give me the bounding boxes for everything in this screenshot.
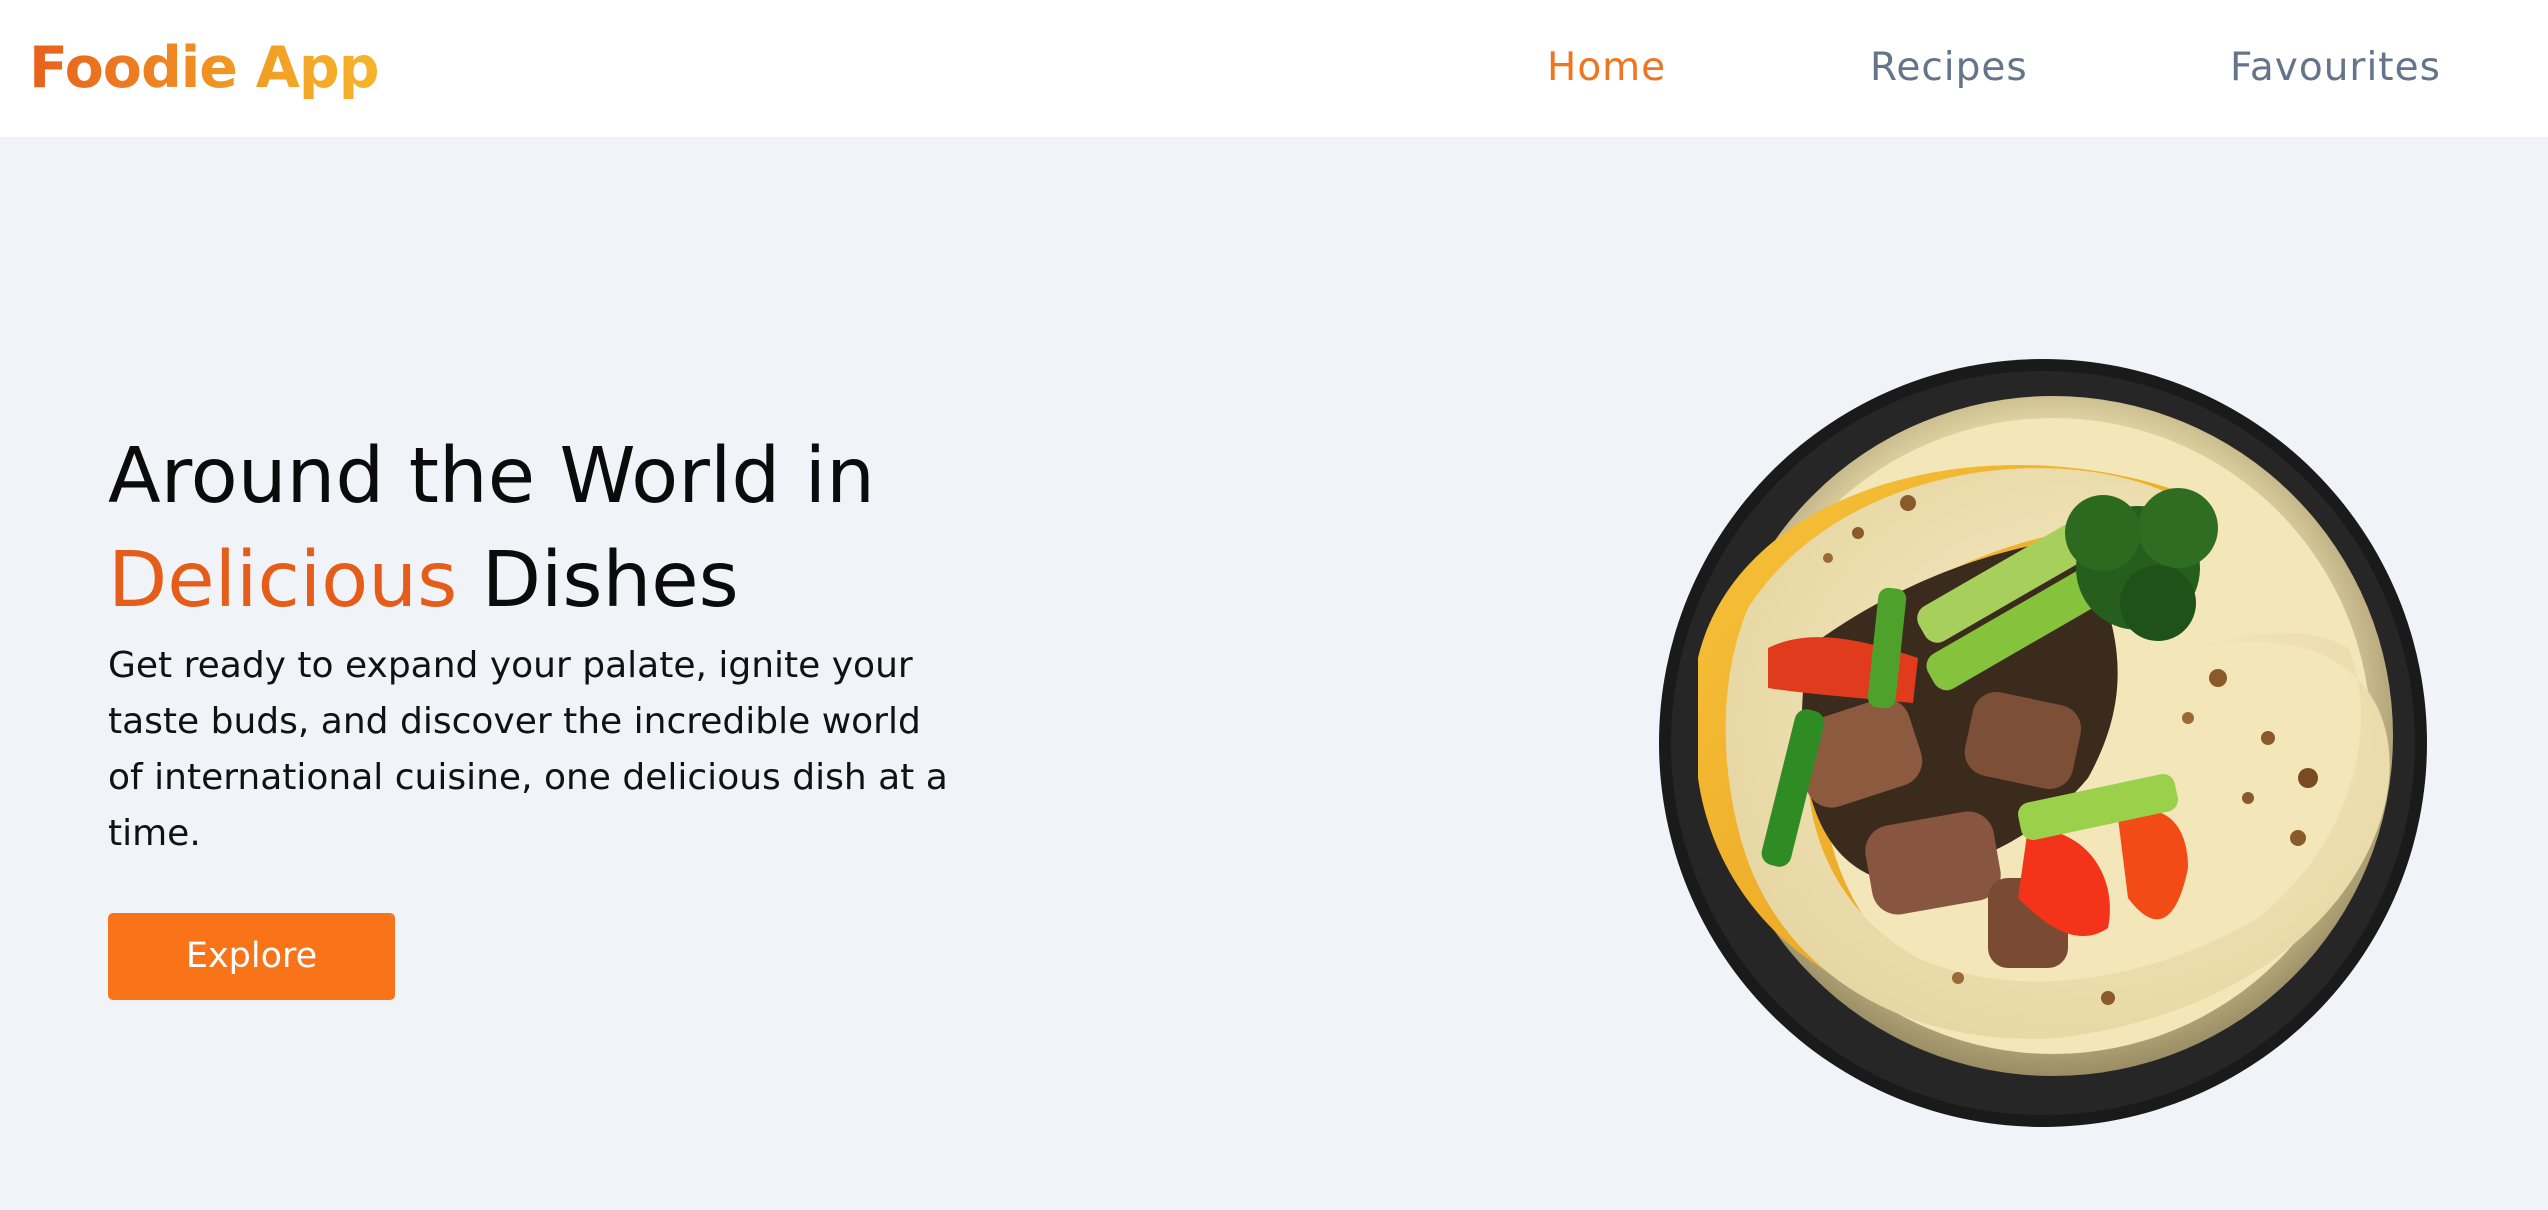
hero-title-rest: Dishes [481,536,739,625]
hero-title: Around the World in Delicious Dishes [108,425,875,633]
nav-home-link[interactable]: Home [1547,42,1666,94]
nav-favourites-link[interactable]: Favourites [2230,42,2441,94]
hero-title-line1: Around the World in [108,432,875,521]
hero-title-accent: Delicious [108,536,458,625]
hero-description: Get ready to expand your palate, ignite … [108,645,948,854]
explore-button[interactable]: Explore [108,913,395,1000]
navbar: Foodie App Home Recipes Favourites [0,0,2548,137]
nav-recipes-link[interactable]: Recipes [1870,42,2028,94]
app-logo[interactable]: Foodie App [29,32,380,104]
food-wrap-image [1659,359,2427,1127]
